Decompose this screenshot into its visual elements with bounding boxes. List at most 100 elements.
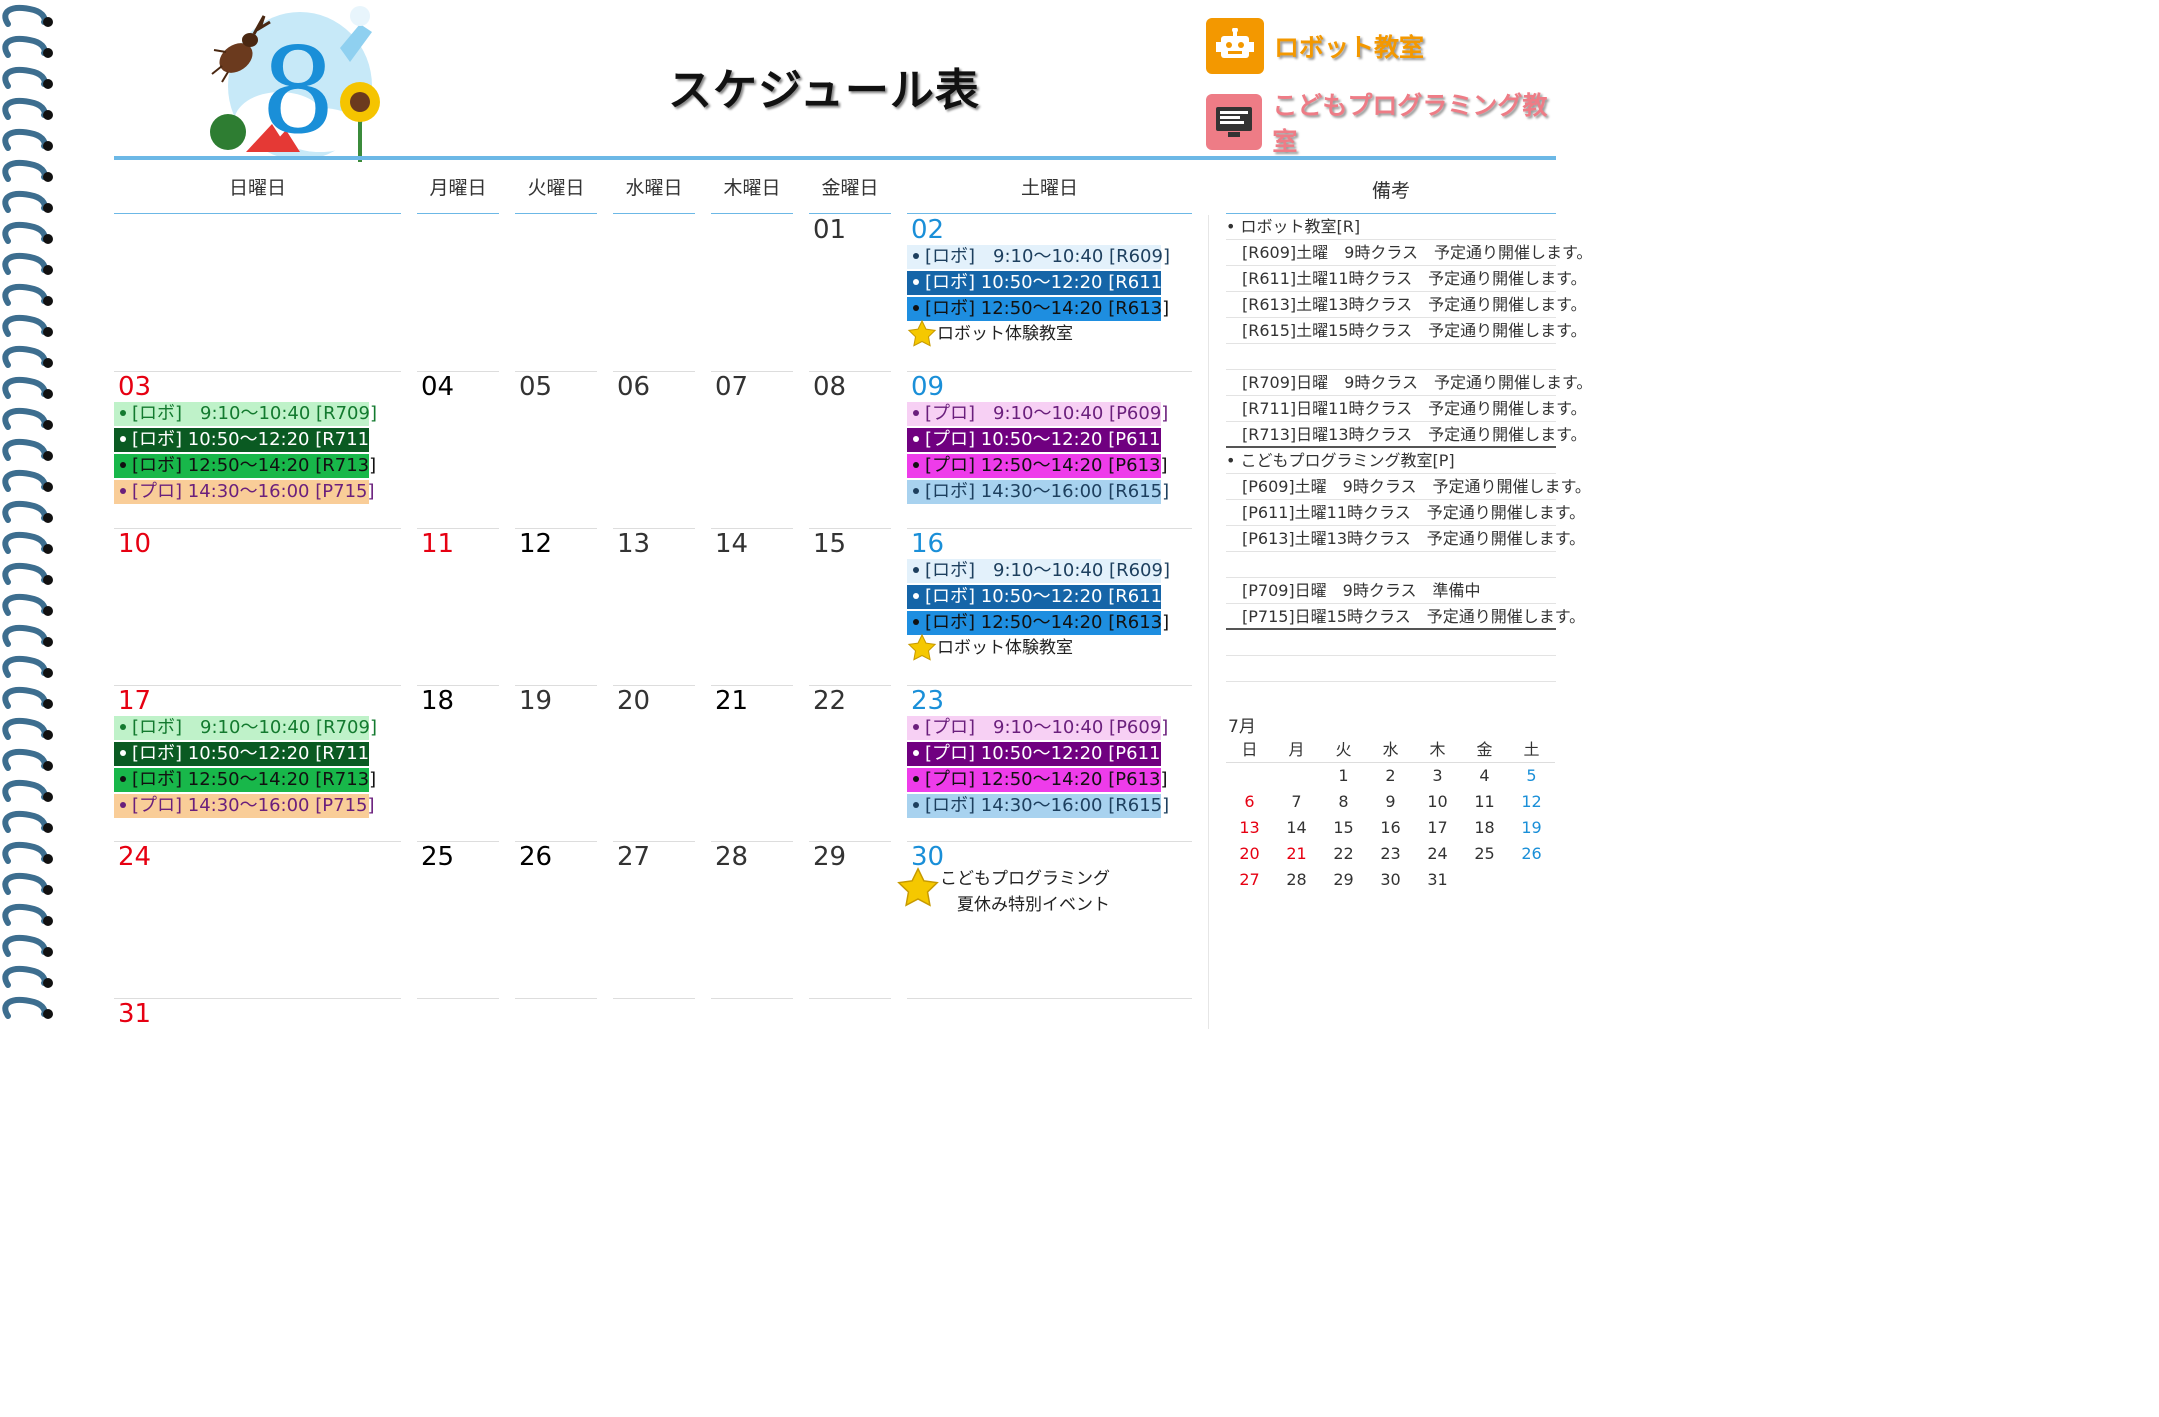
mini-calendar-day[interactable]: 20 <box>1226 841 1273 867</box>
schedule-event[interactable]: [ロボ] 10:50～12:20 [R711] <box>114 742 376 766</box>
schedule-event[interactable]: [プロ] 9:10～10:40 [P609] <box>907 402 1168 426</box>
event-note-text: こどもプログラミング <box>940 869 1110 889</box>
date-number[interactable]: 24 <box>118 844 151 870</box>
mini-calendar-day[interactable]: 21 <box>1273 841 1320 867</box>
date-number[interactable]: 06 <box>617 374 650 400</box>
date-number[interactable]: 31 <box>118 1001 151 1027</box>
binding-ring <box>2 562 53 585</box>
schedule-event[interactable]: [ロボ] 14:30～16:00 [R615] <box>907 794 1169 818</box>
mini-calendar-day[interactable]: 7 <box>1273 789 1320 815</box>
schedule-event[interactable]: [ロボ] 10:50～12:20 [R611] <box>907 585 1169 609</box>
date-number[interactable]: 25 <box>421 844 454 870</box>
binding-ring <box>2 686 53 709</box>
date-number[interactable]: 03 <box>118 374 151 400</box>
schedule-event[interactable]: [ロボ] 12:50～14:20 [R713] <box>114 768 376 792</box>
date-number[interactable]: 11 <box>421 531 454 557</box>
date-number[interactable]: 17 <box>118 688 151 714</box>
schedule-event[interactable]: [プロ] 9:10～10:40 [P609] <box>907 716 1168 740</box>
date-number[interactable]: 23 <box>911 688 944 714</box>
notes-row: [P611]土曜11時クラス 予定通り開催します。 <box>1226 500 1585 526</box>
date-number[interactable]: 18 <box>421 688 454 714</box>
date-number[interactable]: 07 <box>715 374 748 400</box>
binding-ring <box>2 221 53 244</box>
schedule-event[interactable]: [ロボ] 14:30～16:00 [R615] <box>907 480 1169 504</box>
schedule-event[interactable]: [ロボ] 12:50～14:20 [R613] <box>907 611 1169 635</box>
date-number[interactable]: 22 <box>813 688 846 714</box>
mini-calendar-day[interactable]: 19 <box>1508 815 1555 841</box>
date-number[interactable]: 26 <box>519 844 552 870</box>
schedule-event[interactable]: [プロ] 12:50～14:20 [P613] <box>907 454 1168 478</box>
date-number[interactable]: 29 <box>813 844 846 870</box>
binding-ring <box>2 872 53 895</box>
mini-calendar-day[interactable]: 23 <box>1367 841 1414 867</box>
schedule-event[interactable]: [ロボ] 10:50～12:20 [R611] <box>907 271 1169 295</box>
binding-ring <box>2 345 53 368</box>
mini-calendar-day[interactable]: 30 <box>1367 867 1414 893</box>
event-note[interactable]: ロボット体験教室 <box>907 319 1073 349</box>
date-number[interactable]: 01 <box>813 217 846 243</box>
date-number[interactable]: 27 <box>617 844 650 870</box>
mini-calendar-day[interactable]: 4 <box>1461 763 1508 789</box>
schedule-event[interactable]: [ロボ] 9:10～10:40 [R609] <box>907 245 1170 269</box>
bullet-icon <box>913 566 919 573</box>
schedule-event[interactable]: [ロボ] 9:10～10:40 [R709] <box>114 716 377 740</box>
date-number[interactable]: 15 <box>813 531 846 557</box>
mini-calendar-day[interactable]: 26 <box>1508 841 1555 867</box>
schedule-event[interactable]: [ロボ] 12:50～14:20 [R613] <box>907 297 1169 321</box>
date-number[interactable]: 19 <box>519 688 552 714</box>
schedule-event[interactable]: [ロボ] 12:50～14:20 [R713] <box>114 454 376 478</box>
date-number[interactable]: 14 <box>715 531 748 557</box>
mini-calendar-day[interactable]: 22 <box>1320 841 1367 867</box>
schedule-event[interactable]: [プロ] 10:50～12:20 [P611] <box>907 742 1168 766</box>
date-number[interactable]: 10 <box>118 531 151 557</box>
mini-calendar-day[interactable]: 14 <box>1273 815 1320 841</box>
mini-calendar-day[interactable]: 31 <box>1414 867 1461 893</box>
date-number[interactable]: 20 <box>617 688 650 714</box>
mini-calendar-day[interactable]: 17 <box>1414 815 1461 841</box>
mini-calendar-day[interactable]: 2 <box>1367 763 1414 789</box>
schedule-event[interactable]: [プロ] 14:30～16:00 [P715] <box>114 794 375 818</box>
date-number[interactable]: 13 <box>617 531 650 557</box>
date-number[interactable]: 21 <box>715 688 748 714</box>
mini-calendar-day[interactable]: 12 <box>1508 789 1555 815</box>
mini-calendar-day[interactable]: 25 <box>1461 841 1508 867</box>
mini-calendar-day[interactable]: 11 <box>1461 789 1508 815</box>
event-note[interactable]: ロボット体験教室 <box>907 633 1073 663</box>
mini-calendar-day[interactable]: 8 <box>1320 789 1367 815</box>
date-number[interactable]: 16 <box>911 531 944 557</box>
schedule-event[interactable]: [ロボ] 9:10～10:40 [R609] <box>907 559 1170 583</box>
date-number[interactable]: 08 <box>813 374 846 400</box>
mini-calendar-day[interactable]: 24 <box>1414 841 1461 867</box>
schedule-event[interactable]: [プロ] 14:30～16:00 [P715] <box>114 480 375 504</box>
mini-calendar-day[interactable]: 16 <box>1367 815 1414 841</box>
date-number[interactable]: 12 <box>519 531 552 557</box>
date-number[interactable]: 04 <box>421 374 454 400</box>
mini-calendar-day[interactable]: 9 <box>1367 789 1414 815</box>
mini-calendar-weekday: 月 <box>1273 737 1320 763</box>
mini-calendar-day[interactable]: 18 <box>1461 815 1508 841</box>
schedule-event[interactable]: [プロ] 10:50～12:20 [P611] <box>907 428 1168 452</box>
mini-calendar-day[interactable]: 10 <box>1414 789 1461 815</box>
mini-calendar-day[interactable]: 1 <box>1320 763 1367 789</box>
mini-calendar-day[interactable]: 15 <box>1320 815 1367 841</box>
event-label: [プロ] 12:50～14:20 [P613] <box>925 769 1168 790</box>
notes-row <box>1226 552 1556 578</box>
binding-ring <box>2 965 53 988</box>
mini-calendar-day[interactable]: 5 <box>1508 763 1555 789</box>
mini-calendar-day[interactable]: 28 <box>1273 867 1320 893</box>
mini-calendar-day[interactable]: 13 <box>1226 815 1273 841</box>
schedule-event[interactable]: [プロ] 12:50～14:20 [P613] <box>907 768 1168 792</box>
date-number[interactable]: 09 <box>911 374 944 400</box>
date-number[interactable]: 02 <box>911 217 944 243</box>
mini-calendar-day[interactable]: 3 <box>1414 763 1461 789</box>
mini-calendar-day[interactable]: 29 <box>1320 867 1367 893</box>
bullet-icon <box>913 723 919 730</box>
mini-calendar-day[interactable]: 6 <box>1226 789 1273 815</box>
date-number[interactable]: 05 <box>519 374 552 400</box>
schedule-event[interactable]: [ロボ] 9:10～10:40 [R709] <box>114 402 377 426</box>
mini-calendar-day[interactable]: 27 <box>1226 867 1273 893</box>
notes-row: [R713]日曜13時クラス 予定通り開催します。 <box>1226 422 1587 448</box>
event-note[interactable]: こどもプログラミング 夏休み特別イベント <box>896 866 1110 918</box>
schedule-event[interactable]: [ロボ] 10:50～12:20 [R711] <box>114 428 376 452</box>
date-number[interactable]: 28 <box>715 844 748 870</box>
